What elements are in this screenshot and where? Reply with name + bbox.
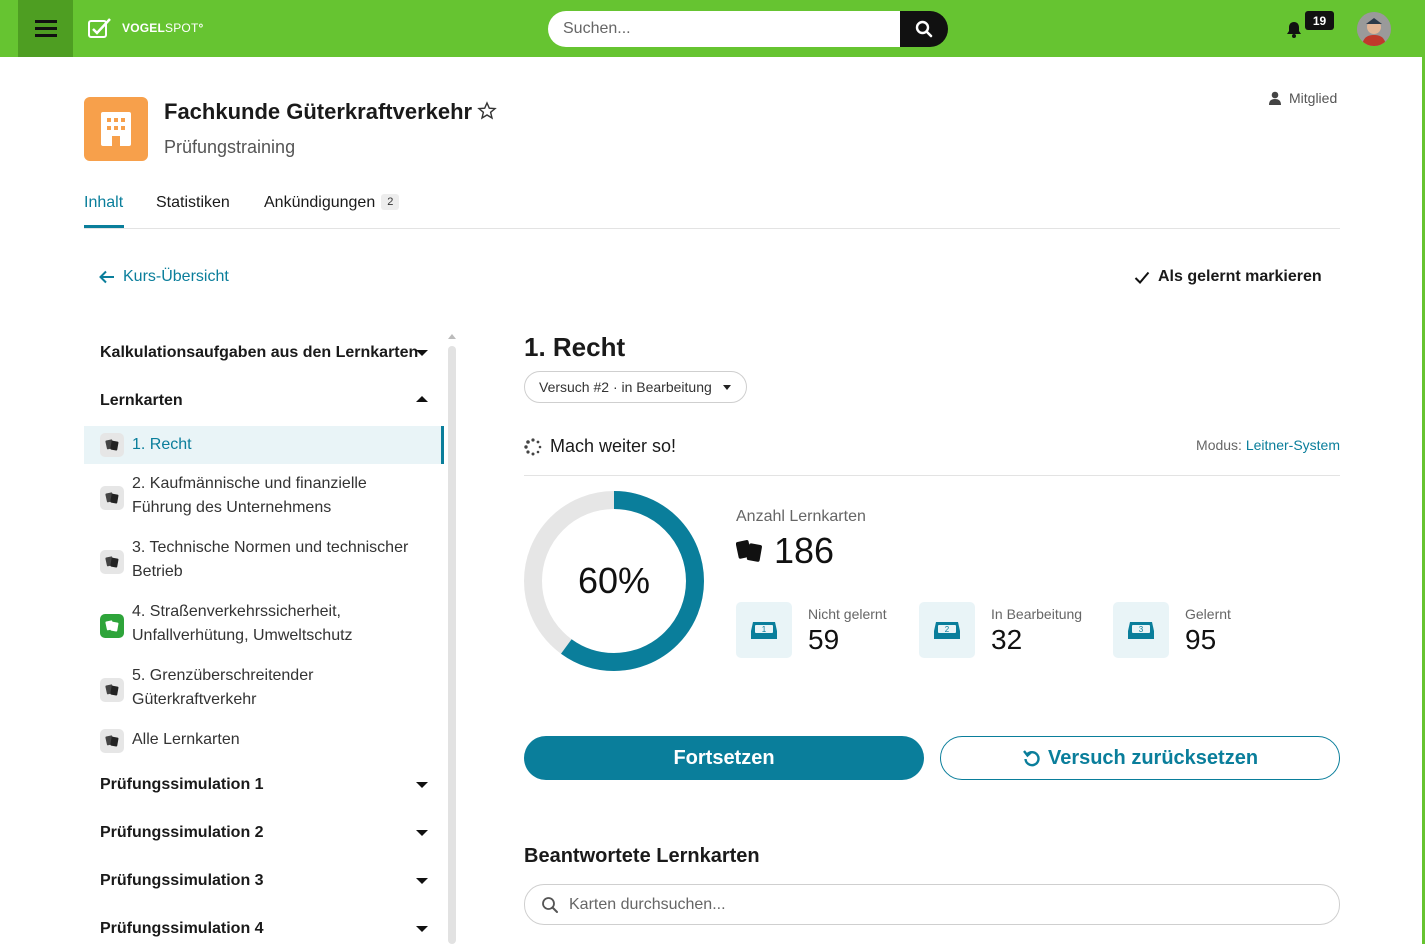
check-icon: [1134, 271, 1150, 284]
logo-text: VOGELSPOT°: [122, 21, 204, 35]
scrollbar-thumb[interactable]: [448, 346, 456, 944]
cards-icon: [100, 433, 124, 457]
sidebar-section-lernkarten[interactable]: Lernkarten: [100, 392, 428, 410]
global-search: [548, 11, 948, 47]
box-1-icon: 1: [736, 602, 792, 658]
sidebar-section-pruefungssimulation-3[interactable]: Prüfungssimulation 3: [100, 872, 428, 890]
course-title: Fachkunde Güterkraftverkehr: [164, 99, 473, 124]
mode-link[interactable]: Leitner-System: [1246, 437, 1340, 453]
menu-button[interactable]: [18, 0, 73, 57]
svg-text:3: 3: [1139, 625, 1144, 634]
bell-icon[interactable]: [1284, 19, 1304, 39]
sidebar-item-recht[interactable]: 1. Recht: [84, 426, 444, 464]
user-avatar-icon: [1357, 12, 1391, 46]
cards-icon: [100, 486, 124, 510]
building-icon: [101, 112, 131, 146]
chevron-down-icon: [416, 878, 428, 884]
sidebar-section-pruefungssimulation-4[interactable]: Prüfungssimulation 4: [100, 920, 428, 938]
card-count: 186: [736, 530, 834, 572]
svg-text:1: 1: [762, 625, 767, 634]
undo-icon: [1023, 750, 1040, 767]
progress-percent: 60%: [577, 560, 651, 601]
course-subtitle: Prüfungstraining: [164, 137, 296, 157]
mark-as-learned-button[interactable]: Als gelernt markieren: [1134, 268, 1322, 286]
active-tab-indicator: [84, 225, 124, 228]
tab-ankuendigungen[interactable]: Ankündigungen 2: [264, 194, 400, 212]
sidebar-section-kalkulation[interactable]: Kalkulationsaufgaben aus den Lernkarten: [100, 344, 428, 362]
checkbox-logo-icon: [88, 18, 111, 38]
status-row: Mach weiter so! Modus: Leitner-System: [524, 434, 1340, 476]
search-icon: [915, 20, 933, 38]
sidebar-item-kaufmaennisch[interactable]: 2. Kaufmännische und finanzielle Führung …: [84, 472, 444, 524]
chevron-down-icon: [416, 926, 428, 932]
mode-info: Modus: Leitner-System: [1196, 437, 1340, 453]
sidebar-item-technische-normen[interactable]: 3. Technische Normen und technischer Betr…: [84, 536, 444, 588]
arrow-left-icon: [99, 270, 114, 284]
notification-badge[interactable]: 19: [1305, 11, 1334, 30]
search-input[interactable]: [548, 11, 900, 47]
card-search: [524, 884, 1340, 925]
lesson-title: 1. Recht: [524, 332, 626, 362]
cards-icon: [100, 678, 124, 702]
search-icon: [542, 897, 558, 913]
cards-icon: [736, 540, 762, 562]
scroll-up-arrow[interactable]: [448, 334, 456, 339]
sidebar-item-strassenverkehr[interactable]: 4. Straßenverkehrssicherheit, Unfallverhü…: [84, 600, 444, 652]
user-icon: [1269, 91, 1281, 105]
sidebar-item-grenzueberschreitend[interactable]: 5. Grenzüberschreitender Güterkraftverkeh…: [84, 664, 444, 716]
box-3-icon: 3: [1113, 602, 1169, 658]
member-role: Mitglied: [1268, 90, 1337, 106]
card-count-label: Anzahl Lernkarten: [736, 508, 866, 525]
chevron-down-icon: [416, 782, 428, 788]
cards-icon: [100, 729, 124, 753]
status-message: Mach weiter so!: [550, 436, 677, 456]
answered-cards-title: Beantwortete Lernkarten: [524, 845, 760, 867]
cards-icon: [100, 550, 124, 574]
star-icon[interactable]: [477, 101, 497, 121]
avatar[interactable]: [1357, 12, 1391, 46]
sidebar-section-pruefungssimulation-1[interactable]: Prüfungssimulation 1: [100, 776, 428, 794]
back-to-course-link[interactable]: Kurs-Übersicht: [99, 268, 229, 286]
reset-attempt-button[interactable]: Versuch zurücksetzen: [940, 736, 1340, 780]
chevron-down-icon: [416, 350, 428, 356]
logo[interactable]: VOGELSPOT°: [88, 16, 204, 40]
sidebar-scrollbar[interactable]: [446, 330, 458, 944]
member-role-label: Mitglied: [1289, 90, 1338, 106]
sidebar-item-alle-lernkarten[interactable]: Alle Lernkarten: [84, 728, 444, 754]
course-icon: [84, 97, 148, 161]
svg-text:2: 2: [945, 625, 950, 634]
top-bar: VOGELSPOT° 19: [0, 0, 1425, 57]
caret-down-icon: [722, 385, 731, 390]
hamburger-icon: [34, 18, 57, 39]
attempt-dropdown[interactable]: Versuch #2 · in Bearbeitung: [524, 371, 747, 403]
chevron-down-icon: [416, 830, 428, 836]
cards-completed-icon: [100, 614, 124, 638]
sidebar: Kalkulationsaufgaben aus den Lernkarten …: [84, 330, 444, 944]
course-tabs: Inhalt Statistiken Ankündigungen 2: [84, 182, 1340, 229]
search-button[interactable]: [900, 11, 948, 47]
announcement-count-badge: 2: [381, 194, 400, 210]
chevron-up-icon: [416, 396, 428, 402]
sidebar-section-pruefungssimulation-2[interactable]: Prüfungssimulation 2: [100, 824, 428, 842]
continue-button[interactable]: Fortsetzen: [524, 736, 924, 780]
spinner-icon: [524, 438, 542, 456]
tab-statistiken[interactable]: Statistiken: [156, 194, 230, 212]
box-2-icon: 2: [919, 602, 975, 658]
tab-inhalt[interactable]: Inhalt: [84, 194, 123, 212]
card-search-input[interactable]: [569, 885, 1329, 924]
